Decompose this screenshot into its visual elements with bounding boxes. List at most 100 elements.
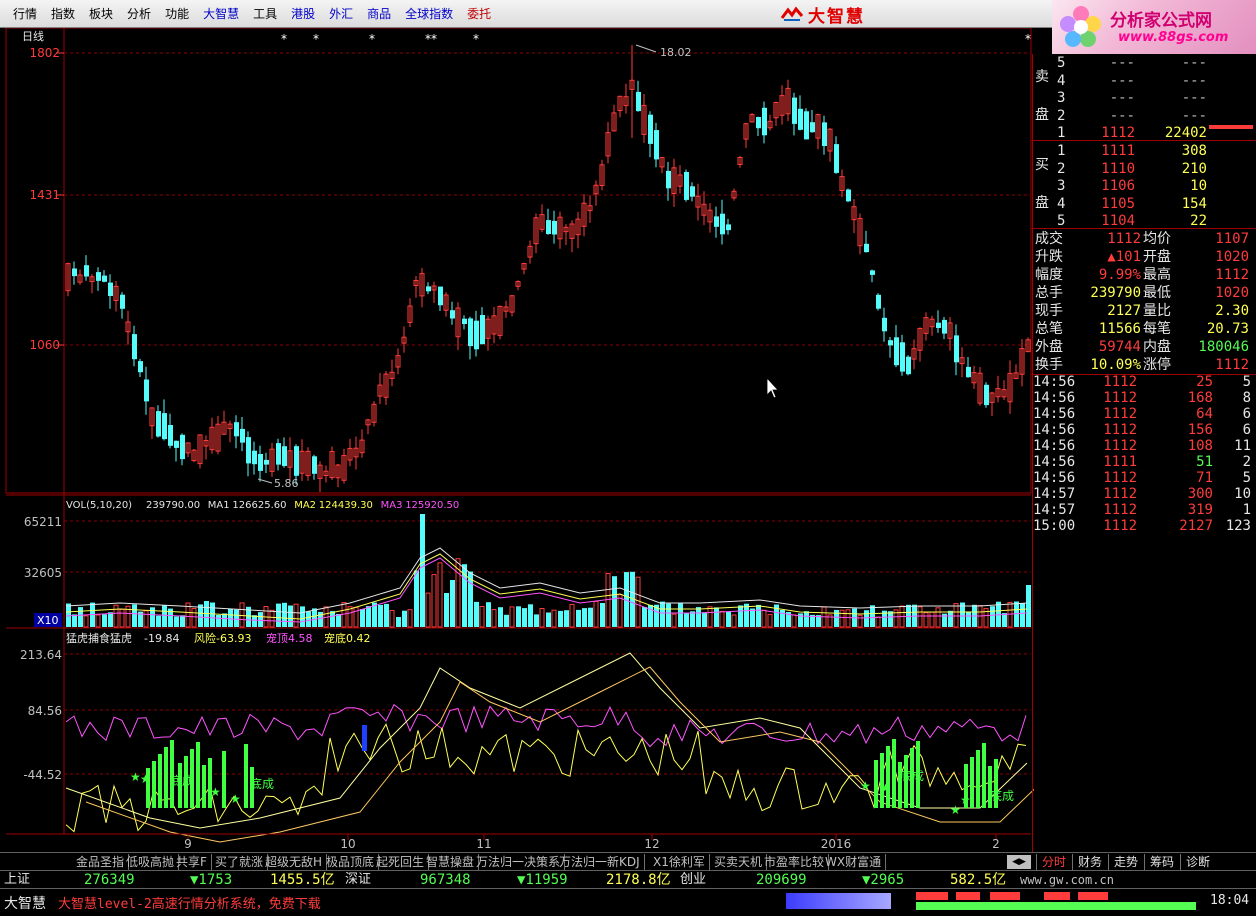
menu-item[interactable]: 板块	[82, 6, 120, 22]
indicator-y-tick: -44.52	[23, 768, 62, 782]
menu-bar: 行情 指数 板块 分析 功能 大智慧 工具 港股 外汇 商品 全球指数 委托 大智慧 分析家公式网 w…	[0, 0, 1256, 54]
buy-row: 1 1111 308	[1033, 142, 1256, 160]
volume-bar-up	[539, 608, 545, 628]
candle-body-down	[264, 459, 269, 465]
signal-bar	[202, 765, 206, 808]
quote-label: 内盘	[1143, 339, 1171, 355]
quote-label: 现手	[1035, 303, 1063, 319]
quote-value: 2.30	[1215, 303, 1249, 319]
view-tab[interactable]: 财务	[1072, 854, 1107, 870]
volume-bar-up	[293, 603, 299, 628]
chart-svg[interactable]: 日线 00 180214311060 ******* 18.02 5.86 VO…	[0, 27, 1056, 852]
sh-index-value: 276349	[84, 872, 135, 888]
menu-item[interactable]: 委托	[460, 6, 498, 22]
sh-index-amount: 1455.5亿	[270, 872, 335, 888]
candle-body-down	[900, 342, 905, 372]
menu-item[interactable]: 行情	[6, 6, 44, 22]
tick-count: 6	[1242, 422, 1251, 438]
menu-item[interactable]: 全球指数	[398, 6, 460, 22]
candle-body-down	[546, 220, 551, 234]
sh-index-name[interactable]: 上证	[4, 871, 30, 889]
candle-body-down	[792, 97, 797, 124]
tick-row: 14:56 1112 25 5	[1033, 374, 1256, 390]
quote-label: 成交	[1035, 231, 1063, 247]
indicator-tab[interactable]: 买卖天机	[710, 854, 768, 870]
tick-price: 1112	[1103, 470, 1137, 486]
menu-item[interactable]: 大智慧	[196, 6, 246, 22]
volume-bar-down	[306, 611, 311, 627]
tick-count: 5	[1242, 470, 1251, 486]
tick-time: 14:56	[1033, 390, 1076, 406]
indicator-tab[interactable]: X1徐利军	[649, 854, 710, 870]
signal-label: 底成	[170, 773, 194, 788]
indicator-tab[interactable]: 起死回生	[372, 854, 430, 870]
indicator-title-row: 猛虎捕食猛虎 -19.84 风险 -63.93 宠顶 4.58 宠底 0.42	[66, 631, 371, 645]
quote-row: 总笔 11566 每笔 20.73	[1033, 320, 1256, 338]
candle-body-down	[252, 450, 257, 465]
tab-scroll-arrows[interactable]: ◀▶	[1007, 855, 1031, 869]
volume-bar-up	[791, 614, 797, 628]
candle-body-down	[276, 443, 281, 465]
tick-time: 15:00	[1033, 518, 1076, 534]
indicator-tab[interactable]: 万法归一决策系	[472, 854, 566, 870]
volume-bar-down	[498, 607, 503, 627]
site-url-footer[interactable]: www.gw.com.cn	[1020, 871, 1114, 889]
view-tab[interactable]: 分时	[1036, 854, 1071, 870]
view-tab[interactable]: 诊断	[1180, 854, 1215, 870]
indicator-tab[interactable]: 市盈率比较	[760, 854, 830, 870]
indicator-tab[interactable]: 买了就涨	[211, 854, 269, 870]
menu-item[interactable]: 分析	[120, 6, 158, 22]
volume-grid: 65211 32605	[24, 515, 1031, 580]
volume-bar-down	[198, 604, 203, 627]
quote-value: 20.73	[1206, 321, 1249, 337]
indicator-tab[interactable]: 低吸高抛	[122, 854, 180, 870]
view-tab[interactable]: 走势	[1108, 854, 1143, 870]
tick-time: 14:57	[1033, 502, 1076, 518]
index-bar: 上证 276349 ▼1753 1455.5亿 深证 967348 ▼11959…	[0, 870, 1256, 888]
quote-value: 1112	[1215, 267, 1249, 283]
tick-time: 14:57	[1033, 486, 1076, 502]
volume-value: MA3	[381, 500, 403, 511]
indicator-tab[interactable]: 金品圣指	[72, 854, 130, 870]
menu-item[interactable]: 指数	[44, 6, 82, 22]
menu-item[interactable]: 功能	[158, 6, 196, 22]
tick-row: 14:56 1112 108 11	[1033, 438, 1256, 454]
volume-bar-down	[162, 605, 167, 627]
cy-index-name[interactable]: 创业	[680, 871, 706, 889]
indicator-tab[interactable]: 超级无敌H	[261, 854, 328, 870]
flower-logo-icon	[1060, 6, 1101, 47]
quote-value: 1112	[1107, 231, 1141, 247]
volume-y-tick: 32605	[24, 566, 62, 580]
indicator-tab[interactable]: WX财富通	[821, 854, 887, 870]
indicator-tab[interactable]: 智慧操盘	[422, 854, 480, 870]
menu-item[interactable]: 工具	[246, 6, 284, 22]
tick-row: 14:56 1112 168 8	[1033, 390, 1256, 406]
candle-body-down	[102, 275, 107, 282]
menu-item[interactable]: 外汇	[322, 6, 360, 22]
volume-bar-down	[726, 611, 731, 627]
volume-value: 124439.30	[319, 500, 373, 511]
tick-price: 1112	[1103, 374, 1137, 390]
chart-area[interactable]: 日线 00 180214311060 ******* 18.02 5.86 VO…	[0, 27, 1056, 852]
star-mark-icon: *	[369, 32, 375, 46]
volume-bar-down	[216, 615, 221, 627]
sz-index-name[interactable]: 深证	[345, 871, 371, 889]
quote-value: 11566	[1098, 321, 1141, 337]
volume-bar-up	[605, 573, 611, 628]
menu-item[interactable]: 商品	[360, 6, 398, 22]
status-ticker[interactable]: 大智慧level-2高速行情分析系统，免费下载	[58, 893, 321, 912]
indicator-value: 0.42	[346, 632, 371, 645]
indicator-tab[interactable]: 万法归一新KDJ	[555, 854, 645, 870]
tick-price: 1112	[1103, 390, 1137, 406]
volume-bar-up	[917, 606, 923, 628]
candle-body-down	[552, 220, 557, 235]
view-tab[interactable]: 筹码	[1144, 854, 1179, 870]
menu-item[interactable]: 港股	[284, 6, 322, 22]
indicator-tab[interactable]: 共享F	[172, 854, 212, 870]
x-axis-labels: 9 10 11 12 2016 2	[184, 834, 1000, 851]
sell-row: 3 --- ---	[1033, 89, 1256, 107]
volume-title: VOL(5,10,20)	[66, 500, 132, 511]
volume-bar-down	[522, 608, 527, 627]
volume-bar-up	[845, 609, 851, 628]
indicator-tab[interactable]: 极品顶底	[322, 854, 380, 870]
